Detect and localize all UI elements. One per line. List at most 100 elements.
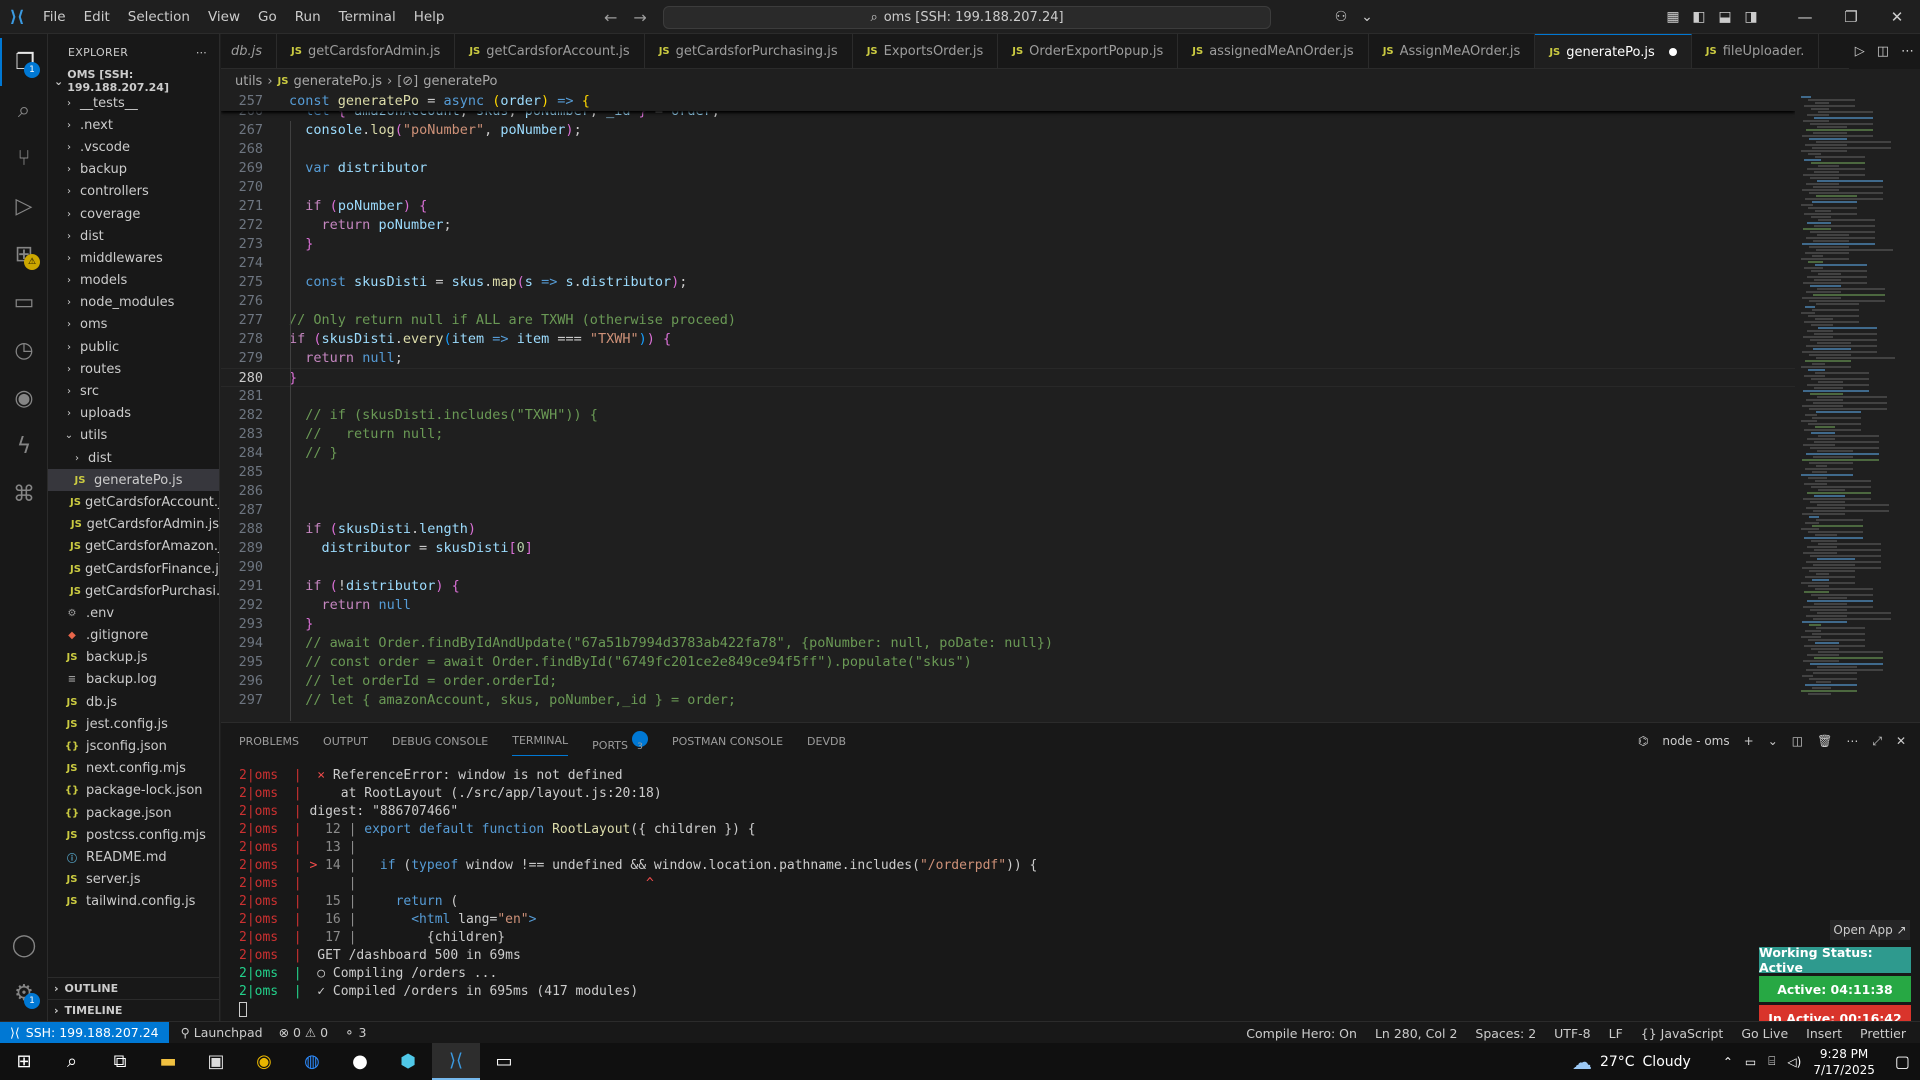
code-line[interactable]: 290	[221, 558, 1795, 577]
editor-tab[interactable]: JS fileUploader.	[1692, 34, 1820, 68]
open-app-button[interactable]: Open App ↗	[1830, 920, 1910, 940]
menu-terminal[interactable]: Terminal	[330, 0, 405, 34]
editor-tab[interactable]: JS generatePo.js	[1535, 34, 1692, 68]
code-line[interactable]: 289 distributor = skusDisti[0]	[221, 539, 1795, 558]
code-line[interactable]: 285	[221, 463, 1795, 482]
code-line[interactable]: 297 // let { amazonAccount, skus, poNumb…	[221, 691, 1795, 710]
toggle-sidebar-icon[interactable]: ◧	[1686, 9, 1712, 25]
file-item[interactable]: JS getCardsforAdmin.js	[48, 514, 219, 536]
run-icon[interactable]: ▷	[1855, 44, 1865, 59]
new-terminal-icon[interactable]: +	[1744, 734, 1754, 748]
file-item[interactable]: JS tailwind.config.js	[48, 891, 219, 913]
zoom-icon[interactable]: ◍	[288, 1043, 336, 1080]
timeline-section[interactable]: › TIMELINE	[48, 999, 220, 1021]
folder-item[interactable]: › uploads	[48, 403, 219, 425]
status-item[interactable]: Spaces: 2	[1475, 1026, 1536, 1041]
file-explorer-icon[interactable]: ▬	[144, 1043, 192, 1080]
terminal-output[interactable]: 2|oms | ⨯ ReferenceError: window is not …	[239, 767, 1839, 1019]
status-item[interactable]: Prettier	[1860, 1026, 1906, 1041]
editor-tab[interactable]: db.js	[221, 34, 278, 68]
editor-tab[interactable]: JS getCardsforAccount.js	[455, 34, 645, 68]
close-button[interactable]: ✕	[1874, 8, 1920, 26]
python-icon[interactable]: ⌘	[0, 470, 48, 518]
status-item[interactable]: UTF-8	[1554, 1026, 1590, 1041]
remote-indicator[interactable]: ⟩⟨ SSH: 199.188.207.24	[0, 1021, 169, 1044]
code-line[interactable]: 270	[221, 178, 1795, 197]
file-item[interactable]: JS server.js	[48, 869, 219, 891]
code-line[interactable]: 294 // await Order.findByIdAndUpdate("67…	[221, 634, 1795, 653]
split-editor-icon[interactable]: ◫	[1877, 44, 1889, 59]
chrome-icon[interactable]: ◉	[240, 1043, 288, 1080]
code-line[interactable]: 286	[221, 482, 1795, 501]
unsaved-dot-icon[interactable]	[1668, 48, 1677, 56]
app-hex-icon[interactable]: ⬢	[384, 1043, 432, 1080]
editor-tab[interactable]: JS assignedMeAnOrder.js	[1178, 34, 1369, 68]
code-line[interactable]: 291 if (!distributor) {	[221, 577, 1795, 596]
file-item[interactable]: ⓘ README.md	[48, 846, 219, 868]
ports-item[interactable]: ⚬ 3	[344, 1025, 366, 1040]
code-line[interactable]: 272 return poNumber;	[221, 216, 1795, 235]
status-item[interactable]: Compile Hero: On	[1246, 1026, 1357, 1041]
chevron-down-icon[interactable]: ⌄	[1768, 734, 1778, 748]
search-icon[interactable]: ⌕	[48, 1043, 96, 1080]
menu-edit[interactable]: Edit	[75, 0, 119, 34]
forward-arrow-icon[interactable]: →	[633, 8, 646, 27]
battery-icon[interactable]: ▭	[1745, 1055, 1756, 1069]
terminal-taskbar-icon[interactable]: ▭	[480, 1043, 528, 1080]
more-actions-icon[interactable]: ⋯	[196, 46, 207, 59]
status-item[interactable]: Insert	[1806, 1026, 1842, 1041]
editor-tab[interactable]: JS ExportsOrder.js	[853, 34, 999, 68]
file-item[interactable]: {} package-lock.json	[48, 780, 219, 802]
project-root[interactable]: ⌄ OMS [SSH: 199.188.207.24]	[48, 68, 219, 94]
maximize-panel-icon[interactable]: ⤢	[1872, 734, 1882, 749]
toggle-secondary-sidebar-icon[interactable]: ◨	[1738, 9, 1764, 25]
windows-start-icon[interactable]: ⊞	[0, 1043, 48, 1080]
file-item[interactable]: JS postcss.config.mjs	[48, 824, 219, 846]
gitlens-icon[interactable]: ◉	[0, 374, 48, 422]
folder-item[interactable]: › middlewares	[48, 247, 219, 269]
chevron-up-icon[interactable]: ⌃	[1723, 1055, 1733, 1069]
terminal-name[interactable]: node - oms	[1662, 734, 1729, 748]
folder-item[interactable]: › oms	[48, 314, 219, 336]
network-icon[interactable]: ⌸	[1768, 1054, 1775, 1069]
code-line[interactable]: 281	[221, 387, 1795, 406]
breadcrumb-folder[interactable]: utils	[235, 74, 262, 89]
volume-icon[interactable]: ◁)	[1787, 1055, 1801, 1069]
code-line[interactable]: 287	[221, 501, 1795, 520]
code-line[interactable]: 295 // const order = await Order.findByI…	[221, 653, 1795, 672]
file-item[interactable]: JS getCardsforAmazon.js	[48, 536, 219, 558]
account-icon[interactable]: ◯	[0, 921, 48, 969]
panel-tab-postman-console[interactable]: POSTMAN CONSOLE	[672, 727, 783, 756]
code-line[interactable]: 277 // Only return null if ALL are TXWH (…	[221, 311, 1795, 330]
code-line[interactable]: 296 // let orderId = order.orderId;	[221, 672, 1795, 691]
problems-item[interactable]: ⊗ 0 ⚠ 0	[279, 1025, 329, 1040]
panel-tab-devdb[interactable]: DEVDB	[807, 727, 846, 756]
file-item[interactable]: JS generatePo.js	[48, 469, 219, 492]
folder-item[interactable]: › node_modules	[48, 292, 219, 314]
folder-item[interactable]: › .next	[48, 114, 219, 136]
outline-section[interactable]: › OUTLINE	[48, 977, 220, 999]
file-item[interactable]: ≡ backup.log	[48, 669, 219, 691]
folder-item[interactable]: › public	[48, 336, 219, 358]
code-line[interactable]: 274	[221, 254, 1795, 273]
status-item[interactable]: {} JavaScript	[1641, 1026, 1724, 1041]
code-editor[interactable]: 266 let { amazonAccount, skus, poNumber,…	[221, 92, 1795, 721]
editor-tab[interactable]: JS OrderExportPopup.js	[998, 34, 1179, 68]
search-icon[interactable]: ⌕	[0, 86, 48, 134]
file-item[interactable]: JS getCardsforAccount.js	[48, 491, 219, 513]
copilot-icon[interactable]: ⚇	[1328, 9, 1354, 25]
folder-item[interactable]: › dist	[48, 225, 219, 247]
editor-tab[interactable]: JS AssignMeAOrder.js	[1369, 34, 1536, 68]
command-center[interactable]: ⌕ oms [SSH: 199.188.207.24]	[663, 6, 1271, 29]
timeline-icon[interactable]: ◷	[0, 326, 48, 374]
panel-tab-debug-console[interactable]: DEBUG CONSOLE	[392, 727, 488, 756]
code-line[interactable]: 292 return null	[221, 596, 1795, 615]
file-item[interactable]: {} package.json	[48, 802, 219, 824]
terminal-cursor[interactable]	[239, 1001, 1839, 1019]
folder-item[interactable]: › __tests__	[48, 92, 219, 114]
more-actions-icon[interactable]: ⋯	[1846, 734, 1858, 748]
code-line[interactable]: 284 // }	[221, 444, 1795, 463]
toggle-panel-icon[interactable]: ⬓	[1712, 9, 1738, 25]
code-line[interactable]: 280}	[221, 368, 1795, 387]
menu-run[interactable]: Run	[286, 0, 330, 34]
